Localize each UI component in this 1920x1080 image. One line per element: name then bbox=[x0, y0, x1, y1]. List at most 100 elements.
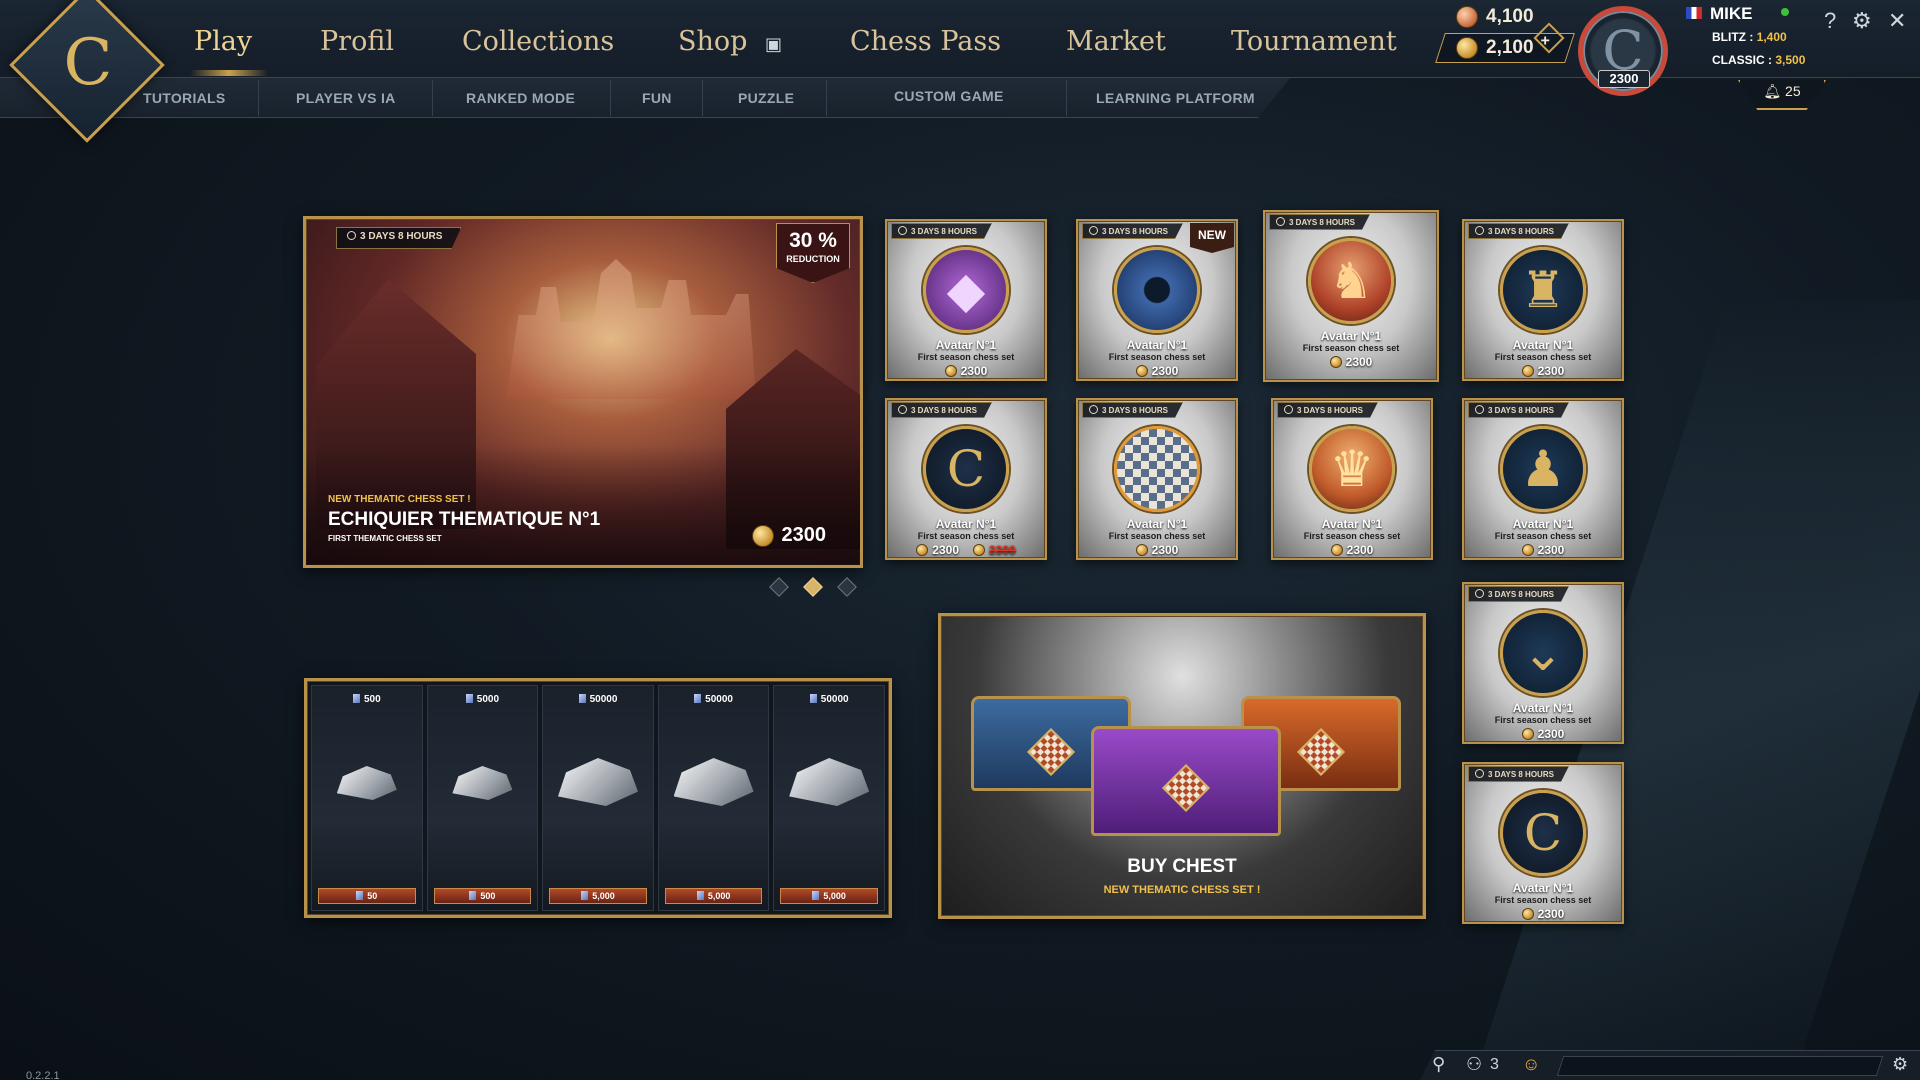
username[interactable]: MIKE bbox=[1710, 4, 1753, 24]
clock-icon bbox=[1475, 405, 1484, 414]
blitz-value: 1,400 bbox=[1756, 30, 1787, 44]
shop-chest-icon: ▣ bbox=[765, 34, 783, 55]
item-name: Avatar N°1 bbox=[1126, 517, 1188, 531]
clock-icon bbox=[898, 226, 907, 235]
coin-icon bbox=[1521, 908, 1534, 920]
bundle-buy-button[interactable]: 500 bbox=[433, 888, 532, 904]
clock-icon bbox=[1089, 405, 1098, 414]
subnav-fun[interactable]: FUN bbox=[642, 90, 672, 106]
help-icon[interactable]: ? bbox=[1824, 8, 1836, 34]
item-name: Avatar N°1 bbox=[935, 517, 997, 531]
item-price-value: 2300 bbox=[1537, 543, 1565, 557]
currency-secondary-value: 2,100 bbox=[1486, 37, 1534, 58]
silver-bundle[interactable]: 50000 5,000 bbox=[773, 685, 885, 911]
item-old-price: 2300 bbox=[989, 543, 1016, 557]
nav-shop[interactable]: Shop bbox=[678, 26, 747, 57]
clock-icon bbox=[1284, 405, 1293, 414]
subnav-ranked-mode[interactable]: RANKED MODE bbox=[466, 90, 575, 106]
subnav-puzzle[interactable]: PUZZLE bbox=[738, 90, 794, 106]
silver-bundle[interactable]: 500 50 bbox=[311, 685, 423, 911]
silver-ingot-icon bbox=[673, 758, 754, 806]
item-name: Avatar N°1 bbox=[1512, 701, 1574, 715]
carousel-dot[interactable] bbox=[837, 577, 857, 597]
avatar-elo-badge: 2300 bbox=[1598, 70, 1650, 88]
bundle-quantity: 50000 bbox=[774, 694, 884, 705]
settings-icon[interactable]: ⚙ bbox=[1852, 8, 1872, 34]
chat-input[interactable] bbox=[1556, 1056, 1884, 1076]
subnav-player-vs-ia[interactable]: PLAYER VS IA bbox=[296, 90, 396, 106]
trophy-icon[interactable]: ⚲ bbox=[1432, 1054, 1445, 1075]
carousel-dot[interactable] bbox=[769, 577, 789, 597]
shop-item-card[interactable]: 3 DAYS 8 HOURS ♟ Avatar N°1 First season… bbox=[1462, 398, 1624, 560]
castle-illustration bbox=[506, 259, 756, 399]
shop-item-card[interactable]: 3 DAYS 8 HOURS Avatar N°1 First season c… bbox=[1076, 398, 1238, 560]
gem-icon bbox=[578, 694, 586, 703]
subnav-learning-platform[interactable]: LEARNING PLATFORM bbox=[1096, 90, 1255, 106]
friends-icon[interactable]: ⚇ bbox=[1466, 1054, 1482, 1075]
emoji-icon[interactable]: ☺ bbox=[1522, 1054, 1540, 1075]
item-subtitle: First season chess set bbox=[1108, 352, 1206, 362]
featured-offer-banner[interactable]: 3 DAYS 8 HOURS 30 % REDUCTION NEW THEMAT… bbox=[303, 216, 863, 568]
divider bbox=[432, 80, 433, 116]
shop-item-card[interactable]: 3 DAYS 8 HOURS C Avatar N°1 First season… bbox=[1462, 762, 1624, 924]
coin-icon bbox=[944, 365, 957, 377]
offer-price-value: 2300 bbox=[781, 524, 827, 546]
bundle-buy-button[interactable]: 5,000 bbox=[664, 888, 763, 904]
nav-chess-pass[interactable]: Chess Pass bbox=[850, 26, 1001, 57]
timer-badge: 3 DAYS 8 HOURS bbox=[1468, 766, 1569, 782]
logo-icon: C bbox=[1500, 790, 1586, 876]
buy-chest-banner[interactable]: BUY CHEST NEW THEMATIC CHESS SET ! bbox=[938, 613, 1426, 919]
silver-bundle[interactable]: 5000 500 bbox=[426, 685, 539, 911]
clock-icon bbox=[1475, 226, 1484, 235]
shop-item-card[interactable]: 3 DAYS 8 HOURS ♜ Avatar N°1 First season… bbox=[1462, 219, 1624, 381]
item-name: Avatar N°1 bbox=[1321, 517, 1383, 531]
chest-plate bbox=[1296, 727, 1346, 776]
item-name: Avatar N°1 bbox=[1512, 881, 1574, 895]
offer-subtitle: FIRST THEMATIC CHESS SET bbox=[328, 534, 442, 543]
nav-collections[interactable]: Collections bbox=[462, 26, 614, 57]
clock-icon bbox=[1089, 226, 1098, 235]
divider bbox=[1066, 80, 1067, 116]
nav-play[interactable]: Play bbox=[194, 26, 252, 57]
shop-item-card[interactable]: 3 DAYS 8 HOURS NEW Avatar N°1 First seas… bbox=[1076, 219, 1238, 381]
bundle-price: 50 bbox=[367, 891, 378, 901]
settings-icon[interactable]: ⚙ bbox=[1892, 1054, 1908, 1075]
notifications-tab[interactable]: 🔔︎ 25 bbox=[1738, 80, 1826, 110]
item-price: 2300 bbox=[1078, 543, 1236, 557]
shop-item-card[interactable]: 3 DAYS 8 HOURS C Avatar N°1 First season… bbox=[885, 398, 1047, 560]
bundle-buy-button[interactable]: 5,000 bbox=[549, 888, 647, 904]
shop-item-card[interactable]: 3 DAYS 8 HOURS ⌄ Avatar N°1 First season… bbox=[1462, 582, 1624, 744]
silver-bundle[interactable]: 50000 5,000 bbox=[657, 685, 770, 911]
subnav-tutorials[interactable]: TUTORIALS bbox=[143, 90, 226, 106]
carousel-dot-active[interactable] bbox=[803, 577, 823, 597]
silver-bundle[interactable]: 50000 5,000 bbox=[542, 685, 654, 911]
shop-item-card[interactable]: 3 DAYS 8 HOURS ♛ Avatar N°1 First season… bbox=[1271, 398, 1433, 560]
item-price-value: 2300 bbox=[932, 543, 959, 557]
item-name: Avatar N°1 bbox=[1512, 338, 1574, 352]
item-price-value: 2300 bbox=[1537, 364, 1565, 378]
clock-icon bbox=[347, 231, 356, 240]
shop-item-card[interactable]: 3 DAYS 8 HOURS ♞ Avatar N°1 First season… bbox=[1263, 210, 1439, 382]
item-name: Avatar N°1 bbox=[935, 338, 997, 352]
bundle-buy-button[interactable]: 50 bbox=[318, 888, 416, 904]
close-icon[interactable]: ✕ bbox=[1888, 8, 1906, 34]
nav-tournament[interactable]: Tournament bbox=[1231, 26, 1397, 57]
version-label: 0.2.2.1 bbox=[26, 1070, 60, 1080]
nav-market[interactable]: Market bbox=[1066, 26, 1166, 57]
gem-icon bbox=[465, 694, 473, 703]
item-price-value: 2300 bbox=[1537, 727, 1565, 741]
timer-text: 3 DAYS 8 HOURS bbox=[1488, 227, 1554, 236]
item-subtitle: First season chess set bbox=[917, 531, 1015, 541]
subnav-custom-game[interactable]: CUSTOM GAME bbox=[894, 88, 1004, 104]
coin-icon bbox=[1330, 544, 1343, 556]
nav-profil[interactable]: Profil bbox=[320, 26, 394, 57]
offer-kicker: NEW THEMATIC CHESS SET ! bbox=[328, 494, 471, 505]
gem-icon bbox=[812, 891, 820, 900]
knight-icon: ♞ bbox=[1308, 238, 1394, 324]
shop-item-card[interactable]: 3 DAYS 8 HOURS ◆ Avatar N°1 First season… bbox=[885, 219, 1047, 381]
france-flag-icon bbox=[1686, 7, 1702, 19]
timer-badge: 3 DAYS 8 HOURS bbox=[1269, 214, 1370, 230]
clock-icon bbox=[1276, 217, 1285, 226]
bundle-buy-button[interactable]: 5,000 bbox=[780, 888, 878, 904]
item-name: Avatar N°1 bbox=[1320, 329, 1382, 343]
